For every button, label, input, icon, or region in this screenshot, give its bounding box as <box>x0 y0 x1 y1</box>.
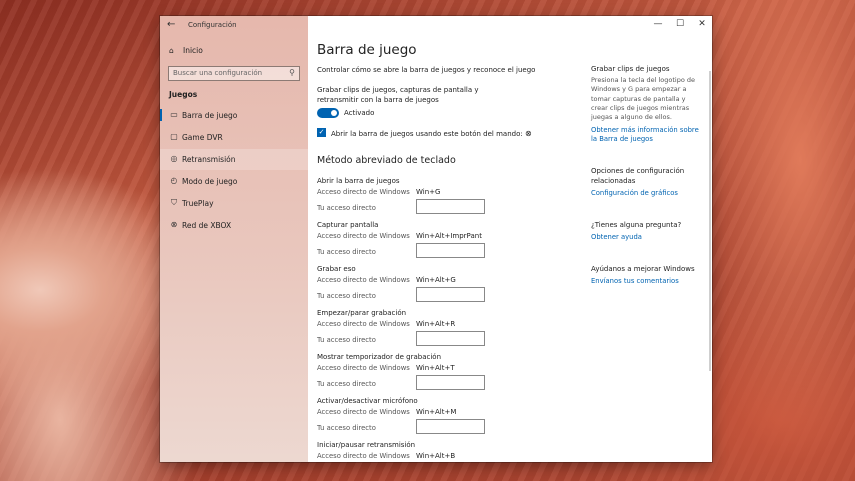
windows-shortcut-label: Acceso directo de Windows <box>317 232 410 240</box>
shortcut-name: Abrir la barra de juegos <box>317 177 400 185</box>
sidebar-item-label: Red de XBOX <box>182 221 232 230</box>
home-icon: ⌂ <box>169 46 174 55</box>
sidebar-item-game-mode[interactable]: ◴ Modo de juego <box>160 171 308 192</box>
get-help-link[interactable]: Obtener ayuda <box>591 233 703 242</box>
page-title: Barra de juego <box>317 42 417 58</box>
sidebar: ⌂ Inicio Buscar una configuración ⚲ Juego… <box>160 16 308 462</box>
scrollbar[interactable] <box>709 71 711 371</box>
your-shortcut-label: Tu acceso directo <box>317 380 376 388</box>
clips-text: Presiona la tecla del logotipo de Window… <box>591 76 696 122</box>
shortcut-name: Iniciar/pausar retransmisión <box>317 441 416 449</box>
xbox-button-icon: ⊗ <box>524 129 532 138</box>
sidebar-home-label: Inicio <box>183 46 203 55</box>
sidebar-item-broadcast[interactable]: ◎ Retransmisión <box>160 149 308 170</box>
controller-checkbox[interactable]: ✓ <box>317 128 326 137</box>
game-dvr-icon: ▢ <box>170 132 178 141</box>
windows-shortcut-label: Acceso directo de Windows <box>317 452 410 460</box>
sidebar-item-game-bar[interactable]: ▭ Barra de juego <box>160 105 308 126</box>
windows-shortcut-label: Acceso directo de Windows <box>317 364 410 372</box>
search-icon: ⚲ <box>289 68 295 77</box>
windows-shortcut-keys: Win+G <box>416 188 441 196</box>
shortcut-name: Grabar eso <box>317 265 356 273</box>
windows-shortcut-keys: Win+Alt+G <box>416 276 456 284</box>
shortcut-name: Mostrar temporizador de grabación <box>317 353 442 361</box>
sidebar-item-label: Modo de juego <box>182 177 238 186</box>
your-shortcut-label: Tu acceso directo <box>317 424 376 432</box>
windows-shortcut-keys: Win+Alt+B <box>416 452 456 460</box>
game-bar-icon: ▭ <box>170 110 178 119</box>
graphics-settings-link[interactable]: Configuración de gráficos <box>591 189 703 198</box>
trueplay-icon: ⛉ <box>171 198 177 207</box>
shortcut-name: Activar/desactivar micrófono <box>317 397 418 405</box>
your-shortcut-input[interactable] <box>416 331 485 346</box>
your-shortcut-label: Tu acceso directo <box>317 336 376 344</box>
question-title: ¿Tienes alguna pregunta? <box>591 221 682 229</box>
game-bar-toggle[interactable] <box>317 108 339 118</box>
toggle-knob <box>331 110 337 116</box>
windows-shortcut-label: Acceso directo de Windows <box>317 188 410 196</box>
sidebar-item-label: Retransmisión <box>182 155 236 164</box>
sidebar-item-xbox-network[interactable]: ⊗ Red de XBOX <box>160 215 308 236</box>
search-input[interactable]: Buscar una configuración ⚲ <box>168 66 300 81</box>
clips-title: Grabar clips de juegos <box>591 65 670 73</box>
xbox-icon: ⊗ <box>170 220 178 229</box>
your-shortcut-input[interactable] <box>416 419 485 434</box>
related-title: Opciones de configuración relacionadas <box>591 167 685 185</box>
shortcut-name: Capturar pantalla <box>317 221 379 229</box>
windows-shortcut-keys: Win+Alt+R <box>416 320 456 328</box>
windows-shortcut-label: Acceso directo de Windows <box>317 276 410 284</box>
sidebar-item-label: TruePlay <box>182 199 214 208</box>
broadcast-icon: ◎ <box>170 154 178 163</box>
selected-indicator <box>160 109 162 121</box>
sidebar-section-title: Juegos <box>169 90 198 99</box>
main-content: Barra de juego Controlar cómo se abre la… <box>317 16 587 462</box>
window-title: Configuración <box>188 21 237 29</box>
right-panel: Grabar clips de juegos Presiona la tecla… <box>591 16 706 462</box>
windows-shortcut-keys: Win+Alt+T <box>416 364 455 372</box>
feedback-link[interactable]: Envíanos tus comentarios <box>591 277 703 286</box>
record-label: Grabar clips de juegos, capturas de pant… <box>317 86 479 104</box>
windows-shortcut-keys: Win+Alt+M <box>416 408 457 416</box>
toggle-state: Activado <box>344 109 375 117</box>
sidebar-item-trueplay[interactable]: ⛉ TruePlay <box>160 193 308 214</box>
windows-shortcut-label: Acceso directo de Windows <box>317 408 410 416</box>
game-mode-icon: ◴ <box>170 176 178 185</box>
sidebar-item-home[interactable]: ⌂ Inicio <box>169 46 203 55</box>
sidebar-item-game-dvr[interactable]: ▢ Game DVR <box>160 127 308 148</box>
your-shortcut-label: Tu acceso directo <box>317 204 376 212</box>
checkbox-label-text: Abrir la barra de juegos usando este bot… <box>331 130 523 138</box>
back-arrow-icon[interactable]: ← <box>167 19 175 30</box>
checkbox-label: Abrir la barra de juegos usando este bot… <box>331 129 532 138</box>
your-shortcut-label: Tu acceso directo <box>317 292 376 300</box>
windows-shortcut-label: Acceso directo de Windows <box>317 320 410 328</box>
search-placeholder: Buscar una configuración <box>173 69 263 77</box>
improve-title: Ayúdanos a mejorar Windows <box>591 265 695 273</box>
sidebar-item-label: Barra de juego <box>182 111 238 120</box>
settings-window: ⌂ Inicio Buscar una configuración ⚲ Juego… <box>160 16 712 462</box>
clips-link[interactable]: Obtener más información sobre la Barra d… <box>591 126 703 145</box>
sidebar-item-label: Game DVR <box>182 133 223 142</box>
your-shortcut-input[interactable] <box>416 287 485 302</box>
your-shortcut-input[interactable] <box>416 243 485 258</box>
shortcuts-title: Método abreviado de teclado <box>317 155 456 166</box>
shortcut-name: Empezar/parar grabación <box>317 309 407 317</box>
your-shortcut-input[interactable] <box>416 199 485 214</box>
your-shortcut-input[interactable] <box>416 375 485 390</box>
windows-shortcut-keys: Win+Alt+ImprPant <box>416 232 482 240</box>
your-shortcut-label: Tu acceso directo <box>317 248 376 256</box>
intro-text: Controlar cómo se abre la barra de juego… <box>317 66 536 74</box>
